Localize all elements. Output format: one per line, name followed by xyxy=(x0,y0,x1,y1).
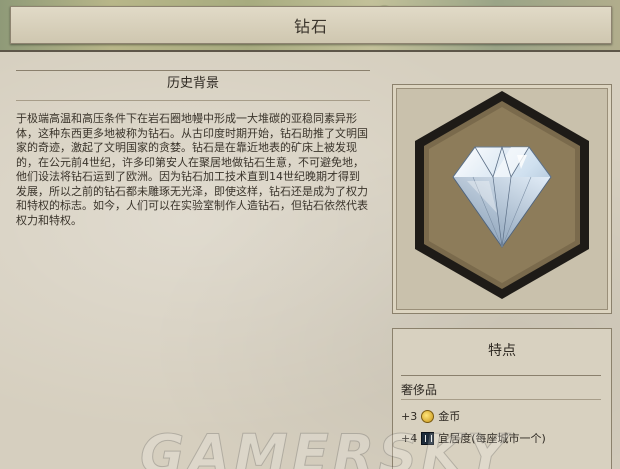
title-bar: 钻石 xyxy=(10,6,612,44)
history-paragraph: 于极端高温和高压条件下在岩石圈地幔中形成一大堆碳的亚稳同素异形体，这种东西更多地… xyxy=(16,112,368,227)
history-section: 历史背景 于极端高温和高压条件下在岩石圈地幔中形成一大堆碳的亚稳同素异形体，这种… xyxy=(16,70,370,450)
traits-heading: 特点 xyxy=(488,343,516,359)
resource-image-frame xyxy=(392,84,612,314)
page-title: 钻石 xyxy=(293,17,328,36)
amenity-icon xyxy=(421,431,435,445)
trait-label: 金币 xyxy=(438,410,461,423)
divider xyxy=(401,399,601,400)
traits-section: 特点 奢侈品 +3 金币 +4 宜居度(每座城市一个) xyxy=(392,328,612,469)
trait-amount: +3 xyxy=(401,409,418,423)
gold-coin-icon xyxy=(421,409,435,423)
trait-row-gold: +3 金币 xyxy=(401,407,460,425)
divider xyxy=(16,100,370,101)
diamond-icon xyxy=(415,91,589,299)
civilopedia-panel: 历史背景 于极端高温和高压条件下在岩石圈地幔中形成一大堆碳的亚稳同素异形体，这种… xyxy=(0,50,620,469)
divider xyxy=(401,375,601,376)
trait-label: 宜居度(每座城市一个) xyxy=(438,432,546,445)
resource-category: 奢侈品 xyxy=(401,383,438,397)
history-heading: 历史背景 xyxy=(166,76,219,91)
history-text: 于极端高温和高压条件下在岩石圈地幔中形成一大堆碳的亚稳同素异形体，这种东西更多地… xyxy=(16,112,370,228)
trait-row-amenity: +4 宜居度(每座城市一个) xyxy=(401,429,546,447)
trait-amount: +4 xyxy=(401,431,418,445)
